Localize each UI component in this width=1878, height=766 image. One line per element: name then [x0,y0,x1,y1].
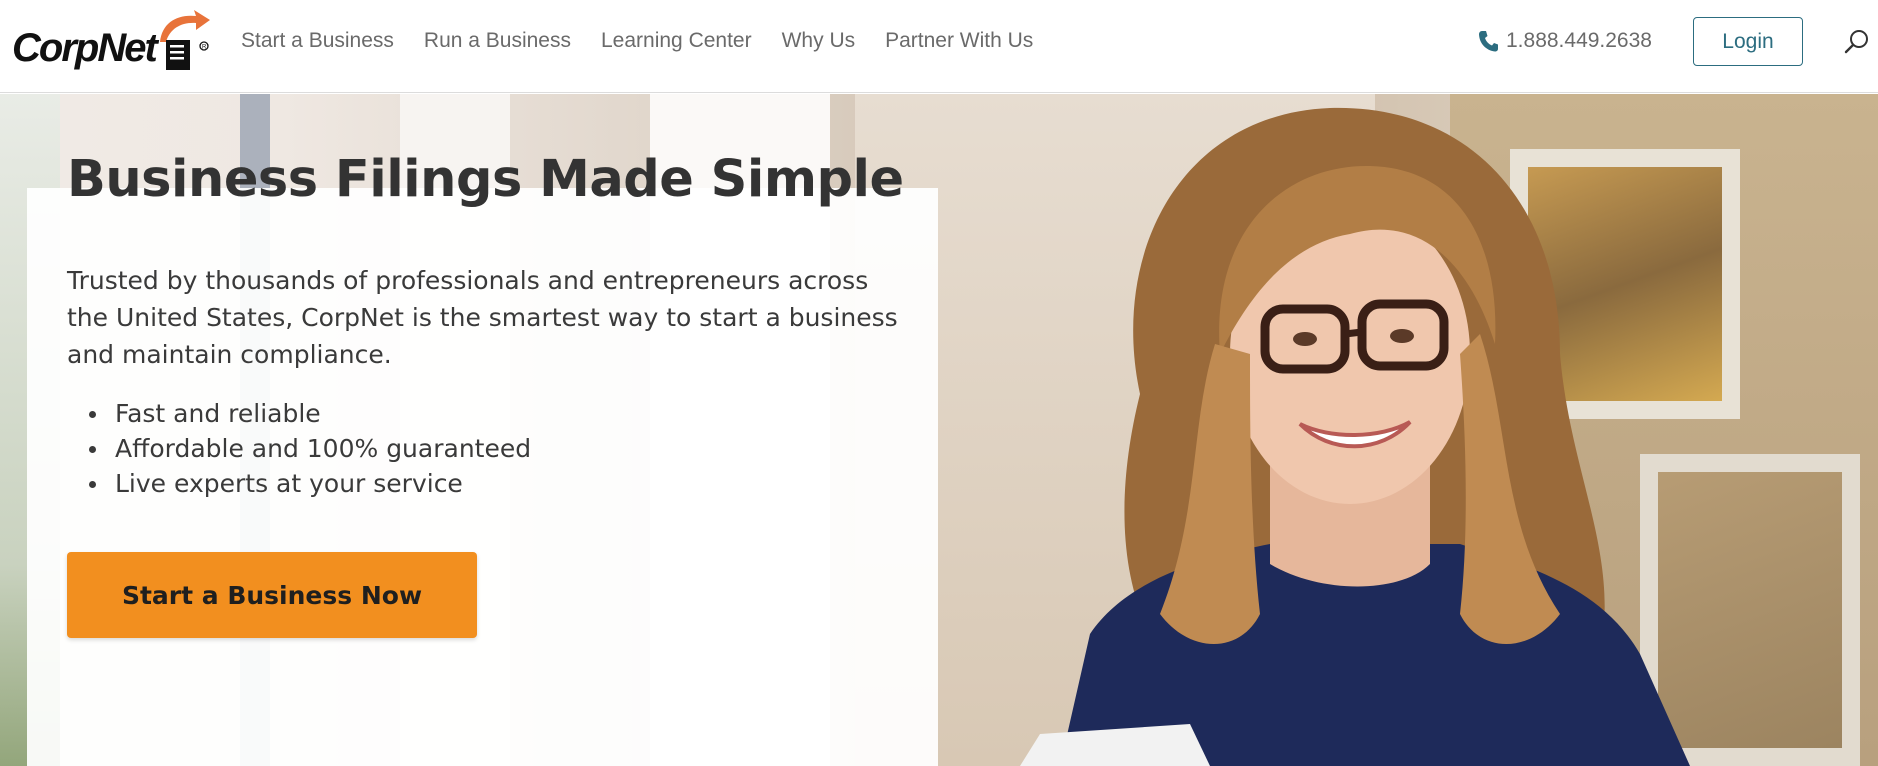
list-item: Fast and reliable [67,396,531,431]
search-icon[interactable] [1844,29,1870,55]
main-nav: Start a Business Run a Business Learning… [241,26,1063,56]
start-business-now-button[interactable]: Start a Business Now [67,552,477,638]
hero-photo-woman [1020,107,1690,766]
logo-wordmark: CorpNet [12,26,158,70]
nav-why-us[interactable]: Why Us [782,26,856,56]
svg-text:R: R [202,45,207,51]
nav-start-a-business[interactable]: Start a Business [241,26,394,56]
login-button[interactable]: Login [1693,17,1803,66]
nav-run-a-business[interactable]: Run a Business [424,26,571,56]
phone-icon [1479,31,1498,52]
corpnet-logo[interactable]: CorpNet R [12,8,210,80]
list-item: Live experts at your service [67,466,531,501]
nav-learning-center[interactable]: Learning Center [601,26,752,56]
hero-benefits-list: Fast and reliable Affordable and 100% gu… [67,396,531,501]
nav-partner-with-us[interactable]: Partner With Us [885,26,1033,56]
logo-document-arrow-icon: R [160,10,210,70]
list-item: Affordable and 100% guaranteed [67,431,531,466]
phone-link[interactable]: 1.888.449.2638 [1478,26,1652,56]
hero-title: Business Filings Made Simple [67,150,904,209]
site-header: CorpNet R Start a Business Run a Busines… [0,0,1878,93]
hero-description: Trusted by thousands of professionals an… [67,266,898,369]
phone-number: 1.888.449.2638 [1506,29,1652,52]
